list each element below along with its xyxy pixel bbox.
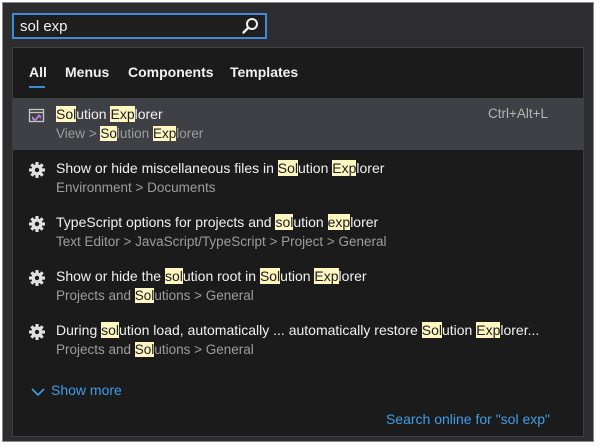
tab-all[interactable]: All xyxy=(29,64,47,88)
text-segment: utions > General xyxy=(154,342,254,357)
tab-label: Menus xyxy=(65,64,110,80)
result-row[interactable]: Show or hide the solution root in Soluti… xyxy=(13,260,583,312)
active-tab-indicator xyxy=(29,86,45,88)
result-row[interactable]: Solution Explorer View > Solution Explor… xyxy=(13,98,583,150)
match-highlight: Sol xyxy=(134,288,155,303)
text-segment: Environment > Documents xyxy=(56,180,216,195)
match-highlight: sol xyxy=(275,214,294,230)
gear-icon xyxy=(29,216,45,232)
text-segment: ution load, automatically ... automatica… xyxy=(119,322,422,338)
match-highlight: Exp xyxy=(332,160,357,176)
text-segment: ution xyxy=(280,268,315,284)
text-segment: lorer xyxy=(176,126,204,141)
result-shortcut: Ctrl+Alt+L xyxy=(487,106,548,121)
text-segment: lorer xyxy=(350,214,379,230)
vs-solution-explorer-icon xyxy=(28,108,45,123)
text-segment: lorer xyxy=(134,106,163,122)
show-more-label: Show more xyxy=(51,382,122,398)
gear-icon xyxy=(29,324,45,340)
result-title: TypeScript options for projects and solu… xyxy=(56,214,378,230)
text-segment: ution xyxy=(441,322,477,338)
match-highlight: Sol xyxy=(134,342,155,357)
text-segment: Text Editor > JavaScript/TypeScript > Pr… xyxy=(56,234,387,249)
tab-components[interactable]: Components xyxy=(128,64,214,80)
chevron-down-icon xyxy=(31,388,45,397)
match-highlight: Exp xyxy=(110,106,135,122)
text-segment: ution xyxy=(76,106,111,122)
show-more-link[interactable]: Show more xyxy=(31,382,122,398)
tab-label: Components xyxy=(128,64,214,80)
gear-icon xyxy=(29,162,45,178)
result-path: Projects and Solutions > General xyxy=(56,288,254,303)
match-highlight: exp xyxy=(327,214,351,230)
tab-label: Templates xyxy=(230,64,299,80)
text-segment: lorer... xyxy=(500,322,540,338)
result-path: Environment > Documents xyxy=(56,180,215,195)
match-highlight: Sol xyxy=(259,268,281,284)
gear-icon xyxy=(29,270,45,286)
text-segment: ution xyxy=(293,214,328,230)
tab-menus[interactable]: Menus xyxy=(65,64,109,80)
text-segment: utions > General xyxy=(154,288,254,303)
search-online-link[interactable]: Search online for "sol exp" xyxy=(386,411,550,427)
match-highlight: sol xyxy=(101,322,120,338)
quick-launch-window: All Menus Components Templates Solution xyxy=(2,2,594,442)
text-segment: lorer xyxy=(338,268,367,284)
result-path: View > Solution Explorer xyxy=(56,126,203,141)
text-segment: Projects and xyxy=(56,288,135,303)
text-segment: During xyxy=(56,322,102,338)
result-title: Show or hide the solution root in Soluti… xyxy=(56,268,367,284)
match-highlight: sol xyxy=(164,268,183,284)
text-segment: lorer xyxy=(356,160,385,176)
match-highlight: Exp xyxy=(314,268,339,284)
text-segment: ution root in xyxy=(182,268,260,284)
search-box[interactable] xyxy=(12,13,267,39)
result-row[interactable]: Show or hide miscellaneous files in Solu… xyxy=(13,152,583,204)
match-highlight: Sol xyxy=(421,322,442,338)
result-title: Solution Explorer xyxy=(56,106,163,122)
results-panel: All Menus Components Templates Solution xyxy=(12,47,584,437)
text-segment: Projects and xyxy=(56,342,135,357)
text-segment: View > xyxy=(56,126,101,141)
text-segment: lution xyxy=(116,126,153,141)
match-highlight: Exp xyxy=(152,126,177,141)
match-highlight: Exp xyxy=(476,322,501,338)
text-segment: Show or hide miscellaneous files in xyxy=(56,160,278,176)
match-highlight: So xyxy=(100,126,117,141)
search-icon[interactable] xyxy=(241,17,259,35)
result-row[interactable]: TypeScript options for projects and solu… xyxy=(13,206,583,258)
result-path: Projects and Solutions > General xyxy=(56,342,254,357)
match-highlight: Sol xyxy=(277,160,299,176)
text-segment: Show or hide the xyxy=(56,268,165,284)
result-row[interactable]: During solution load, automatically ... … xyxy=(13,314,583,366)
text-segment: TypeScript options for projects and xyxy=(56,214,276,230)
result-title: Show or hide miscellaneous files in Solu… xyxy=(56,160,384,176)
search-input[interactable] xyxy=(14,15,240,37)
result-title: During solution load, automatically ... … xyxy=(56,322,539,338)
match-highlight: Sol xyxy=(56,106,77,122)
result-path: Text Editor > JavaScript/TypeScript > Pr… xyxy=(56,234,387,249)
tab-templates[interactable]: Templates xyxy=(230,64,298,80)
text-segment: ution xyxy=(298,160,333,176)
tab-label: All xyxy=(29,64,47,80)
